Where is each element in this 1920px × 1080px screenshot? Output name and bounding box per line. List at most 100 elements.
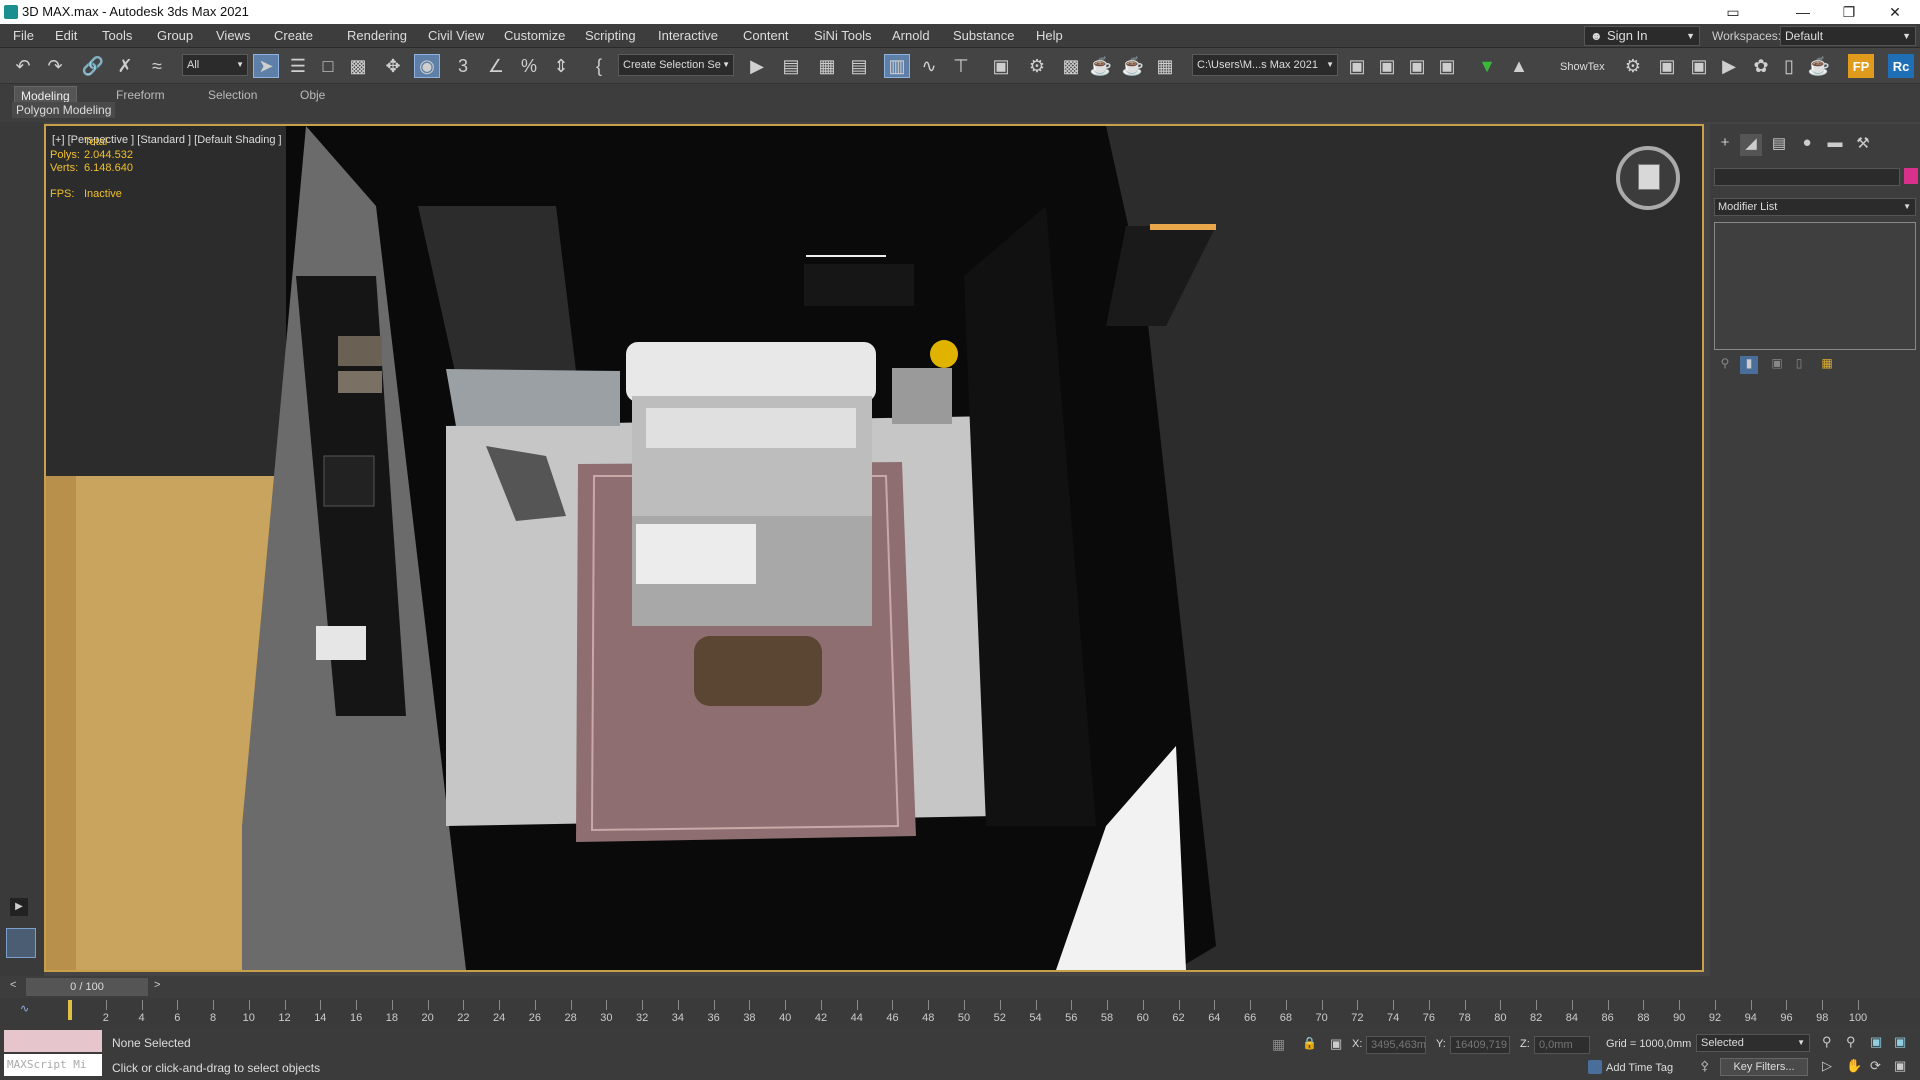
select-manipulate-icon[interactable]: ◉ bbox=[414, 54, 440, 78]
x-coordinate[interactable]: 3495,463m bbox=[1366, 1036, 1426, 1054]
orbit-icon[interactable]: ⟳ bbox=[1870, 1058, 1881, 1074]
minimize-button[interactable]: — bbox=[1780, 0, 1826, 24]
expand-layouts-button[interactable]: ▶ bbox=[10, 898, 28, 916]
select-window-icon[interactable]: ▩ bbox=[345, 54, 371, 78]
z-coordinate[interactable]: 0,0mm bbox=[1534, 1036, 1590, 1054]
menu-edit[interactable]: Edit bbox=[55, 28, 77, 43]
next-frame-icon[interactable]: > bbox=[154, 979, 160, 991]
render-icon[interactable]: ☕ bbox=[1088, 54, 1114, 78]
maxscript-mini-listener[interactable]: MAXScript Mi bbox=[4, 1054, 102, 1076]
spinner-snap-icon[interactable]: ⇕ bbox=[548, 54, 574, 78]
pin-stack-icon[interactable]: ⚲ bbox=[1716, 356, 1734, 374]
project-folder-select[interactable]: C:\Users\M...s Max 2021 ▼ bbox=[1192, 54, 1338, 76]
zoom-all-icon[interactable]: ⚲ bbox=[1846, 1034, 1856, 1050]
menu-scripting[interactable]: Scripting bbox=[585, 28, 636, 43]
select-object-icon[interactable]: ➤ bbox=[253, 54, 279, 78]
container-open-icon[interactable]: ▣ bbox=[1404, 54, 1430, 78]
viewport-layout-thumbnail[interactable] bbox=[6, 928, 36, 958]
menu-substance[interactable]: Substance bbox=[953, 28, 1014, 43]
menu-rendering[interactable]: Rendering bbox=[347, 28, 407, 43]
close-button[interactable]: ✕ bbox=[1872, 0, 1918, 24]
zoom-icon[interactable]: ⚲ bbox=[1822, 1034, 1832, 1050]
tree-icon[interactable]: ▲ bbox=[1506, 54, 1532, 78]
maxscript-listener-output[interactable] bbox=[4, 1030, 102, 1052]
add-time-tag-icon[interactable] bbox=[1588, 1060, 1602, 1074]
maximize-viewport-icon[interactable]: ▣ bbox=[1894, 1058, 1906, 1074]
curve-editor-toggle-icon[interactable]: ∿ bbox=[20, 1002, 29, 1015]
bind-spacewarp-icon[interactable]: ≈ bbox=[144, 54, 170, 78]
menu-views[interactable]: Views bbox=[216, 28, 250, 43]
display-icon[interactable]: ▬ bbox=[1824, 134, 1846, 156]
video-icon[interactable]: ▶ bbox=[1716, 54, 1742, 78]
key-mode-select[interactable]: Selected ▼ bbox=[1696, 1034, 1810, 1052]
utilities-icon[interactable]: ⚒ bbox=[1852, 134, 1874, 156]
modifier-stack[interactable] bbox=[1714, 222, 1916, 350]
undo-icon[interactable]: ↶ bbox=[10, 54, 36, 78]
menu-tools[interactable]: Tools bbox=[102, 28, 132, 43]
window-ribbon-toggle-icon[interactable]: ▭ bbox=[1710, 0, 1756, 24]
plugin-icon[interactable]: ▼ bbox=[1474, 54, 1500, 78]
restore-button[interactable]: ❐ bbox=[1826, 0, 1872, 24]
link-icon[interactable]: 🔗 bbox=[80, 54, 106, 78]
menu-file[interactable]: File bbox=[13, 28, 34, 43]
settings-icon[interactable]: ⚙ bbox=[1620, 54, 1646, 78]
time-cursor[interactable] bbox=[68, 1000, 72, 1020]
selection-lock-icon[interactable]: 🔒 bbox=[1302, 1036, 1317, 1050]
render-preview-icon[interactable]: ▣ bbox=[1654, 54, 1680, 78]
render-frame-icon[interactable]: ▩ bbox=[1058, 54, 1084, 78]
prev-frame-icon[interactable]: < bbox=[10, 979, 16, 991]
zoom-extents-icon[interactable]: ▣ bbox=[1870, 1034, 1882, 1050]
ribbon-icon[interactable]: ▥ bbox=[884, 54, 910, 78]
hierarchy-icon[interactable]: ▤ bbox=[1768, 134, 1790, 156]
show-tex-label[interactable]: ShowTex bbox=[1560, 61, 1605, 73]
viewport-icon[interactable]: ▣ bbox=[1686, 54, 1712, 78]
move-icon[interactable]: ✥ bbox=[380, 54, 406, 78]
object-color-swatch[interactable] bbox=[1904, 168, 1918, 184]
select-by-name-icon[interactable]: ☰ bbox=[285, 54, 311, 78]
menu-group[interactable]: Group bbox=[157, 28, 193, 43]
configure-modifier-sets-icon[interactable]: ▦ bbox=[1818, 356, 1836, 374]
time-slider[interactable]: 0 / 100 bbox=[26, 978, 148, 996]
motion-icon[interactable]: ● bbox=[1796, 134, 1818, 156]
sign-in-button[interactable]: ☻ Sign In ▼ bbox=[1584, 26, 1700, 46]
particle-icon[interactable]: ✿ bbox=[1748, 54, 1774, 78]
ribbon-tab-freeform[interactable]: Freeform bbox=[116, 86, 165, 104]
y-coordinate[interactable]: 16409,719 bbox=[1450, 1036, 1510, 1054]
menu-content[interactable]: Content bbox=[743, 28, 789, 43]
container-icon[interactable]: ▣ bbox=[1374, 54, 1400, 78]
rc-plugin-icon[interactable]: Rc bbox=[1888, 54, 1914, 78]
ribbon-panel-polygon-modeling[interactable]: Polygon Modeling bbox=[12, 102, 116, 118]
ribbon-tab-object-paint[interactable]: Obje bbox=[300, 86, 325, 104]
isolate-selection-icon[interactable]: ▦ bbox=[1272, 1036, 1285, 1053]
toggle-scene-explorer-icon[interactable]: ▤ bbox=[846, 54, 872, 78]
absolute-mode-icon[interactable]: ▣ bbox=[1330, 1036, 1342, 1052]
curve-editor-icon[interactable]: ∿ bbox=[916, 54, 942, 78]
container-close-icon[interactable]: ▣ bbox=[1434, 54, 1460, 78]
edit-named-selection-icon[interactable]: { bbox=[586, 54, 612, 78]
object-name-field[interactable] bbox=[1714, 168, 1900, 186]
fp-plugin-icon[interactable]: FP bbox=[1848, 54, 1874, 78]
menu-civil-view[interactable]: Civil View bbox=[428, 28, 484, 43]
modifier-list-select[interactable]: Modifier List ▼ bbox=[1714, 198, 1916, 216]
menu-help[interactable]: Help bbox=[1036, 28, 1063, 43]
selection-filter-select[interactable]: All ▼ bbox=[182, 54, 248, 76]
remove-modifier-icon[interactable]: ▯ bbox=[1790, 356, 1808, 374]
ribbon-tab-selection[interactable]: Selection bbox=[208, 86, 257, 104]
viewcube-face[interactable] bbox=[1638, 164, 1660, 190]
percent-snap-icon[interactable]: % bbox=[516, 54, 542, 78]
mirror-icon[interactable]: ▶ bbox=[744, 54, 770, 78]
key-filters-button[interactable]: Key Filters... bbox=[1720, 1058, 1808, 1076]
snap-icon[interactable]: 3 bbox=[450, 54, 476, 78]
align-icon[interactable]: ▤ bbox=[778, 54, 804, 78]
select-region-icon[interactable]: □ bbox=[315, 54, 341, 78]
menu-create[interactable]: Create bbox=[274, 28, 313, 43]
render-iterative-icon[interactable]: ☕ bbox=[1120, 54, 1146, 78]
field-of-view-icon[interactable]: ▷ bbox=[1822, 1058, 1832, 1074]
named-selection-select[interactable]: Create Selection Se ▼ bbox=[618, 54, 734, 76]
unlink-icon[interactable]: ✗ bbox=[112, 54, 138, 78]
set-key-icon[interactable]: ⚴ bbox=[1700, 1058, 1710, 1074]
pan-view-icon[interactable]: ✋ bbox=[1846, 1058, 1862, 1074]
modify-icon[interactable]: ◢ bbox=[1740, 134, 1762, 156]
angle-snap-icon[interactable]: ∠ bbox=[483, 54, 509, 78]
perspective-viewport[interactable]: [+] [Perspective ] [Standard ] [Default … bbox=[44, 124, 1704, 972]
